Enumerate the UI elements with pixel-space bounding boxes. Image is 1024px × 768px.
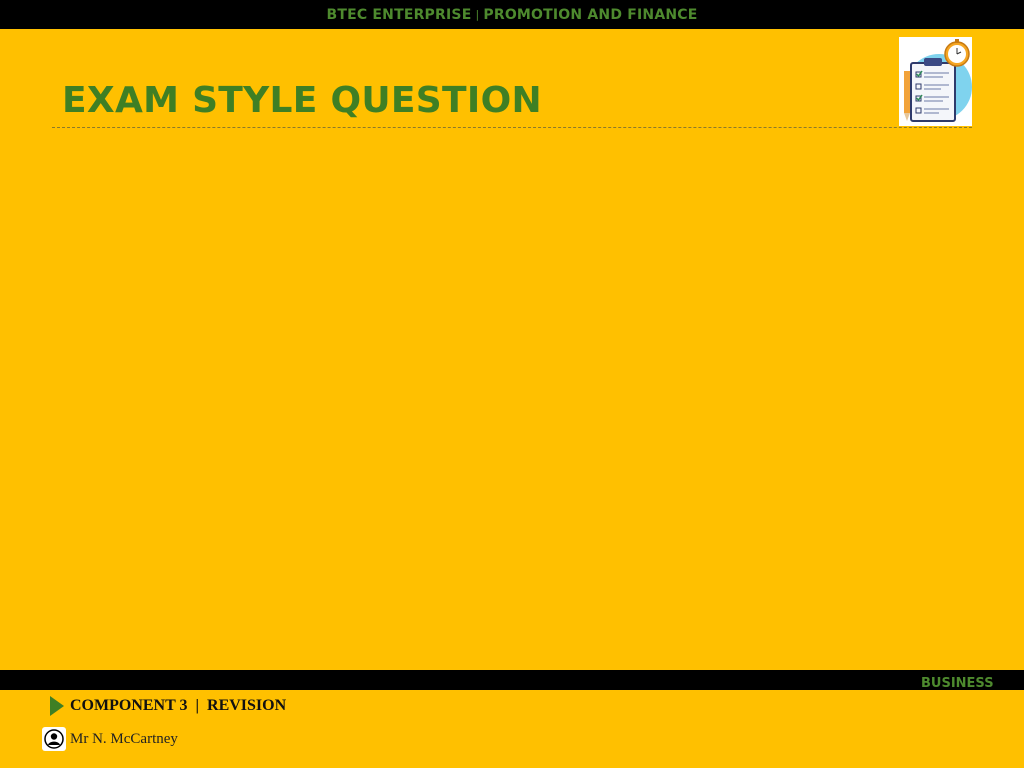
top-header-bar: BTEC ENTERPRISE | PROMOTION AND FINANCE bbox=[0, 0, 1024, 29]
component-separator: | bbox=[195, 697, 200, 714]
play-arrow-icon bbox=[50, 696, 64, 716]
bottom-footer-bar bbox=[0, 670, 1024, 690]
title-divider bbox=[52, 127, 972, 128]
component-info: COMPONENT 3 | REVISION bbox=[50, 696, 286, 716]
slide-title: EXAM STYLE QUESTION bbox=[62, 80, 542, 121]
component-name: COMPONENT 3 bbox=[70, 697, 188, 714]
topic-label: PROMOTION AND FINANCE bbox=[483, 6, 698, 23]
component-label: COMPONENT 3 | REVISION bbox=[70, 697, 286, 715]
course-label: BTEC ENTERPRISE bbox=[326, 6, 472, 23]
header-separator: | bbox=[475, 8, 480, 21]
user-icon bbox=[42, 727, 66, 751]
clipboard-checklist-stopwatch-icon bbox=[899, 37, 972, 126]
section-name: REVISION bbox=[207, 697, 287, 714]
author-name: Mr N. McCartney bbox=[70, 730, 178, 747]
author-info: Mr N. McCartney bbox=[42, 727, 178, 751]
subject-label: BUSINESS bbox=[921, 676, 994, 691]
